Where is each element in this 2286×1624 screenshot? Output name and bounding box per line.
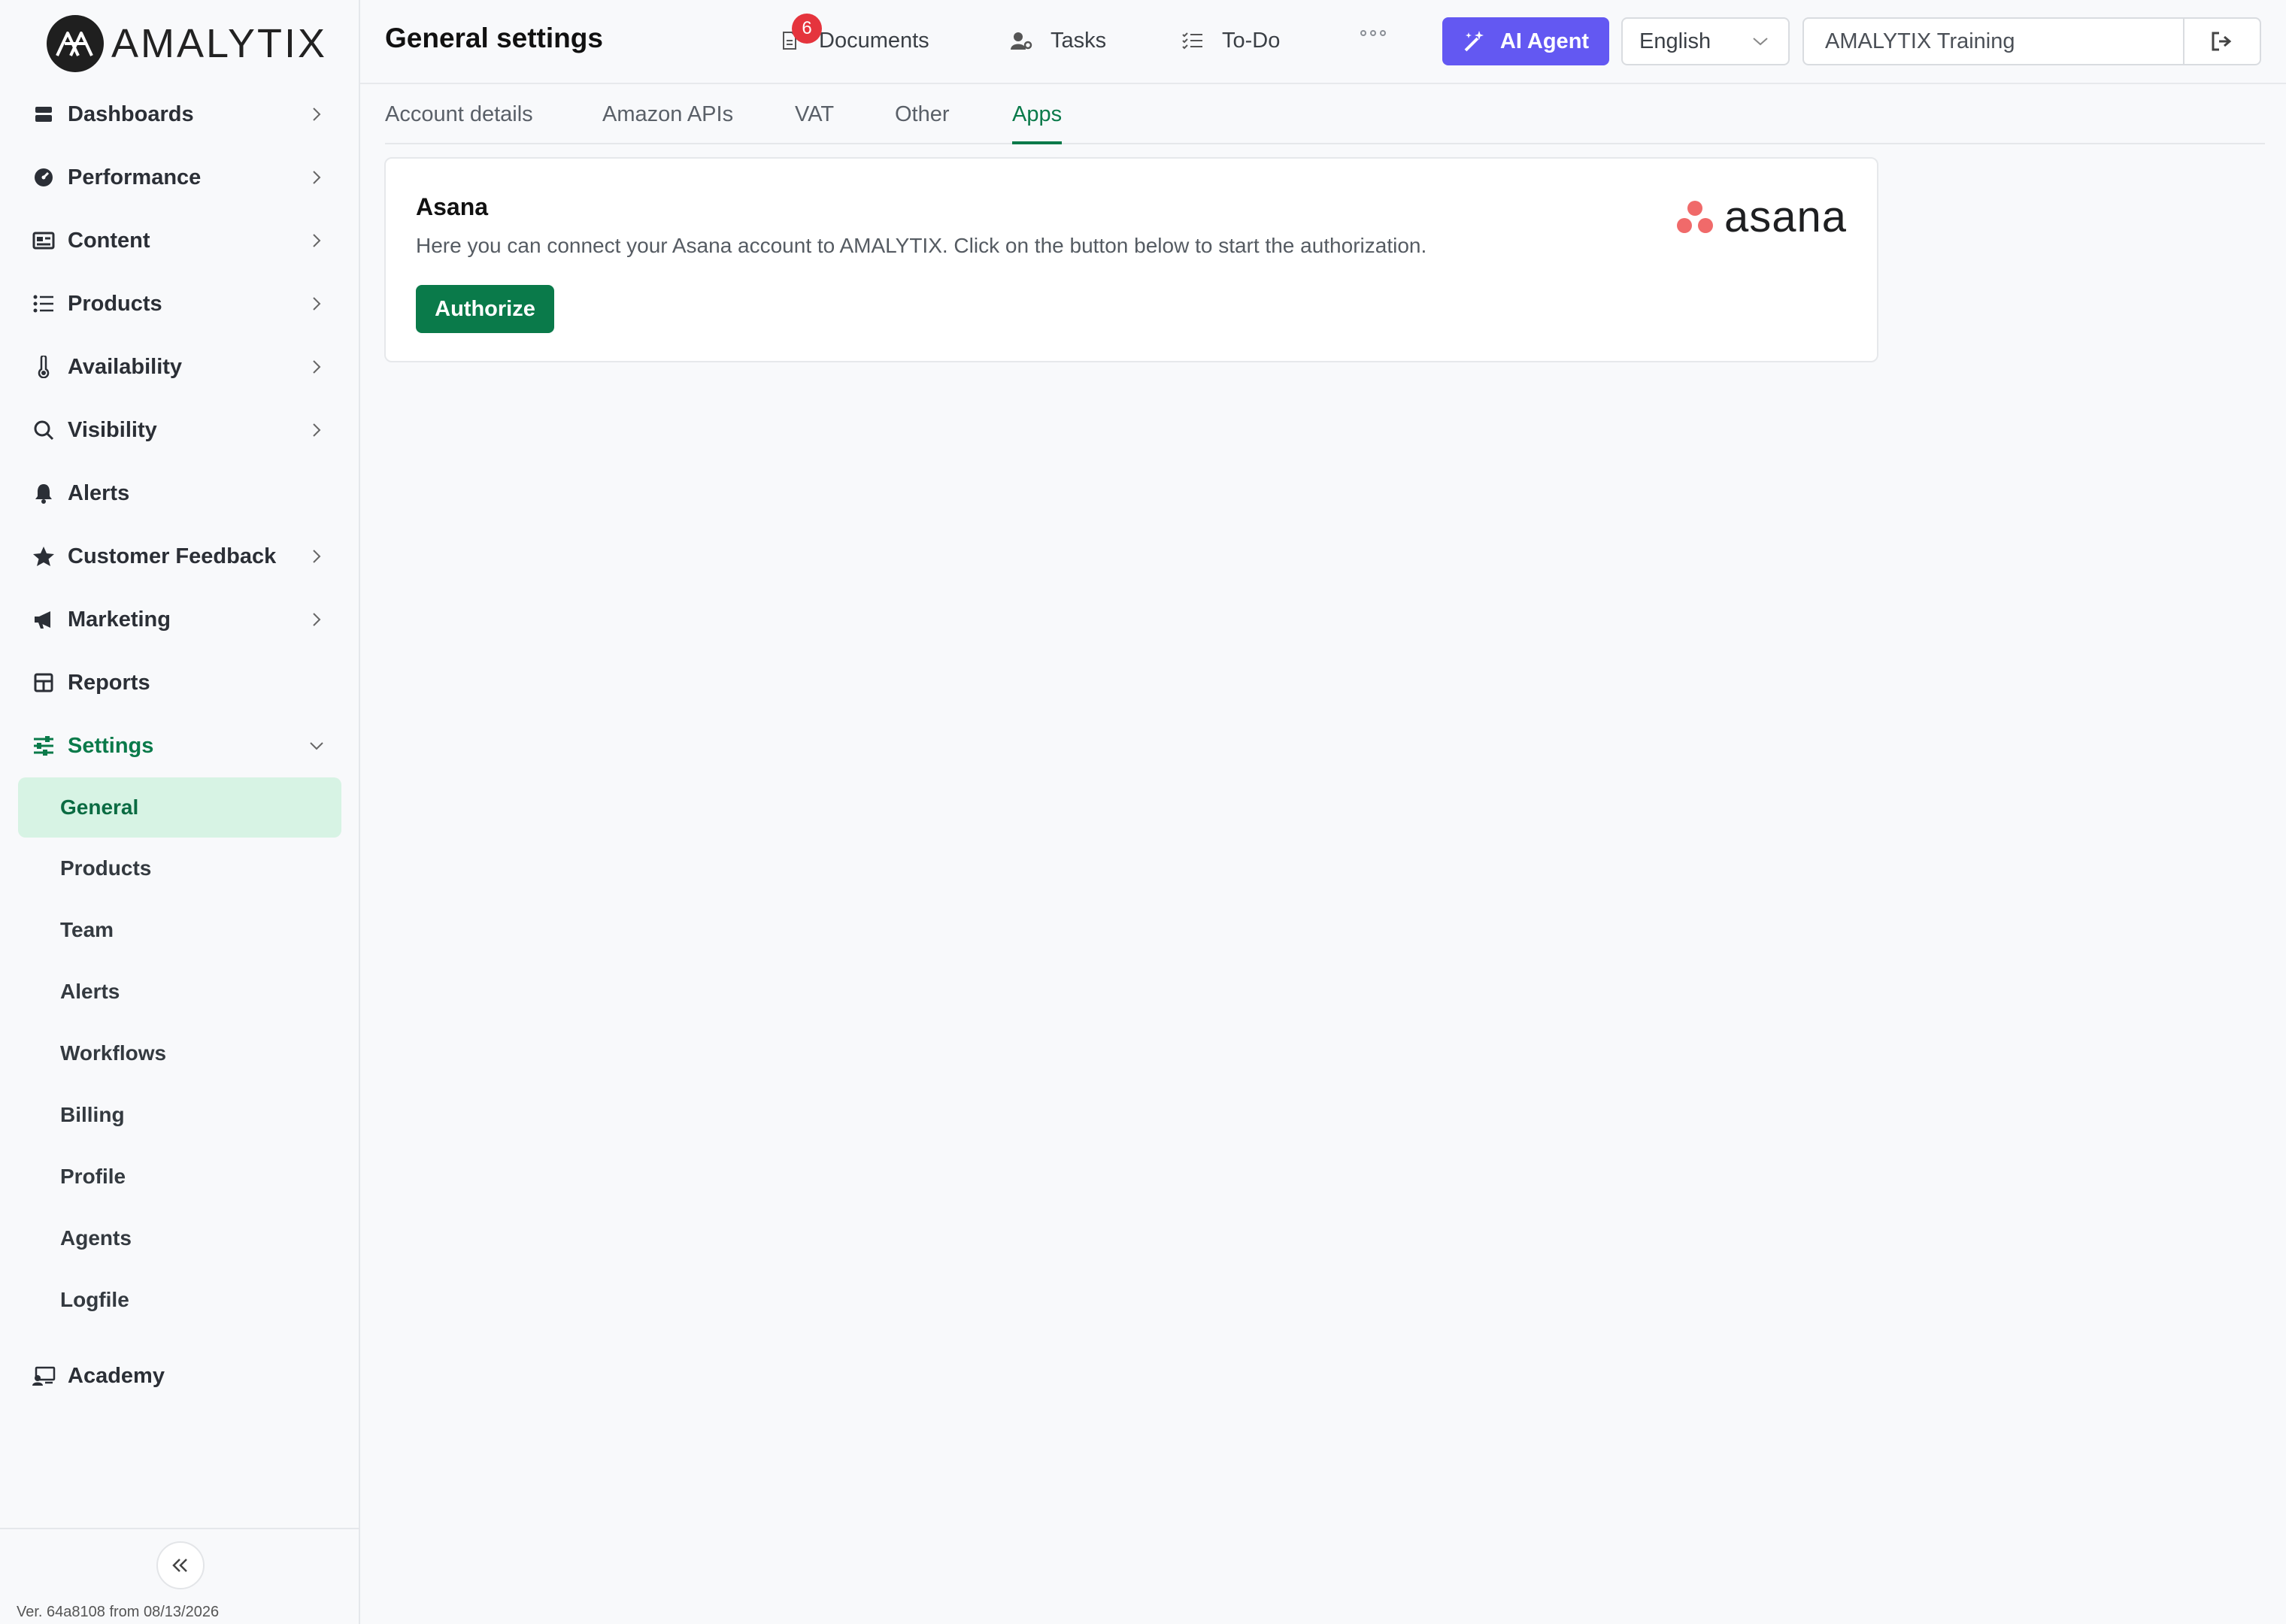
- table-icon: [30, 669, 57, 696]
- settings-tabs: Account details Amazon APIs VAT Other Ap…: [385, 86, 2265, 144]
- sidebar-item-label: Settings: [68, 733, 154, 758]
- sidebar-subitem-workflows[interactable]: Workflows: [18, 1023, 341, 1084]
- sidebar-item-label: Performance: [68, 165, 202, 189]
- collapse-sidebar-button[interactable]: [156, 1541, 205, 1589]
- language-value: English: [1639, 29, 1711, 53]
- top-header: General settings 6 Documents Tasks To-Do…: [360, 0, 2286, 84]
- amalytix-logo-icon: [47, 15, 104, 72]
- megaphone-icon: [30, 606, 57, 633]
- sidebar-item-content[interactable]: Content: [0, 209, 359, 272]
- sidebar-item-label: Dashboards: [68, 102, 194, 126]
- chevron-down-icon: [310, 742, 323, 750]
- checklist-icon: [1181, 29, 1204, 52]
- star-icon: [30, 543, 57, 570]
- todo-label: To-Do: [1222, 28, 1281, 53]
- logo-text: AMALYTIX: [111, 21, 328, 66]
- tab-account-details[interactable]: Account details: [385, 102, 533, 144]
- sidebar-item-alerts[interactable]: Alerts: [0, 462, 359, 525]
- sidebar-subitem-billing[interactable]: Billing: [18, 1084, 341, 1146]
- logout-button[interactable]: [2183, 19, 2260, 64]
- tab-vat[interactable]: VAT: [795, 102, 834, 144]
- version-text: Ver. 64a8108 from 08/13/2026: [17, 1604, 220, 1620]
- account-name: AMALYTIX Training: [1825, 29, 2015, 53]
- search-icon: [30, 417, 57, 444]
- sidebar-subitem-profile[interactable]: Profile: [18, 1146, 341, 1207]
- sidebar-item-label: Products: [68, 291, 162, 316]
- documents-badge: 6: [792, 14, 822, 44]
- card-description: Here you can connect your Asana account …: [416, 234, 1427, 257]
- asana-integration-card: Asana Here you can connect your Asana ac…: [384, 157, 1878, 362]
- sidebar-item-dashboards[interactable]: Dashboards: [0, 83, 359, 146]
- language-select[interactable]: English: [1621, 17, 1790, 65]
- sidebar-subitem-general[interactable]: General: [18, 777, 341, 838]
- content-icon: [30, 227, 57, 254]
- sidebar-item-marketing[interactable]: Marketing: [0, 588, 359, 651]
- sidebar-subitem-logfile[interactable]: Logfile: [18, 1269, 341, 1331]
- sidebar-item-label: Content: [68, 228, 150, 253]
- sidebar-subitem-agents[interactable]: Agents: [18, 1207, 341, 1269]
- asana-dots-icon: [1676, 200, 1713, 233]
- chevron-right-icon: [313, 550, 321, 563]
- chevrons-left-icon: [172, 1559, 187, 1572]
- chevron-right-icon: [313, 613, 321, 626]
- list-icon: [30, 290, 57, 317]
- sidebar-item-label: Alerts: [68, 480, 130, 505]
- sidebar-item-performance[interactable]: Performance: [0, 146, 359, 209]
- sidebar-item-label: Marketing: [68, 607, 171, 632]
- sidebar-item-availability[interactable]: Availability: [0, 335, 359, 398]
- bell-icon: [30, 480, 57, 507]
- sliders-icon: [30, 732, 57, 759]
- documents-label: Documents: [819, 28, 929, 53]
- sidebar-item-reports[interactable]: Reports: [0, 651, 359, 714]
- chevron-right-icon: [313, 108, 321, 121]
- sidebar-item-label: Customer Feedback: [68, 544, 277, 568]
- tab-other[interactable]: Other: [895, 102, 950, 144]
- page-title: General settings: [385, 23, 603, 53]
- chevron-right-icon: [313, 423, 321, 437]
- app-logo[interactable]: AMALYTIX: [47, 14, 327, 74]
- sidebar-item-label: Availability: [68, 354, 183, 379]
- sidebar-item-customer-feedback[interactable]: Customer Feedback: [0, 525, 359, 588]
- sidebar-subitem-products[interactable]: Products: [18, 838, 341, 899]
- tasks-label: Tasks: [1051, 28, 1107, 53]
- sidebar-item-label: Academy: [68, 1363, 165, 1388]
- sidebar-subitem-team[interactable]: Team: [18, 899, 341, 961]
- asana-logo: asana: [1676, 192, 1847, 242]
- todo-link[interactable]: To-Do: [1181, 17, 1280, 65]
- sidebar-item-settings[interactable]: Settings: [0, 714, 359, 777]
- sidebar-item-visibility[interactable]: Visibility: [0, 398, 359, 462]
- tasks-link[interactable]: Tasks: [1010, 17, 1106, 65]
- card-title: Asana: [416, 193, 489, 220]
- chevron-right-icon: [313, 360, 321, 374]
- thermometer-icon: [30, 353, 57, 380]
- sidebar-item-label: Visibility: [68, 417, 157, 442]
- asana-logo-text: asana: [1724, 192, 1847, 241]
- sidebar-item-label: Reports: [68, 670, 150, 695]
- dashboard-icon: [30, 101, 57, 128]
- sidebar-item-academy[interactable]: Academy: [0, 1344, 359, 1407]
- ai-agent-label: AI Agent: [1499, 29, 1590, 53]
- tab-amazon-apis[interactable]: Amazon APIs: [602, 102, 733, 144]
- sidebar-item-products[interactable]: Products: [0, 272, 359, 335]
- user-gear-icon: [1010, 29, 1032, 52]
- sidebar-nav: Dashboards Performance Content Products …: [0, 83, 359, 1407]
- chevron-down-icon: [1753, 38, 1768, 46]
- chevron-right-icon: [313, 297, 321, 311]
- sidebar: AMALYTIX Dashboards Performance Content …: [0, 0, 360, 1624]
- logout-icon: [2212, 32, 2232, 51]
- academy-icon: [30, 1362, 57, 1389]
- documents-link[interactable]: 6 Documents: [778, 14, 929, 65]
- chevron-right-icon: [313, 171, 321, 184]
- gauge-icon: [30, 164, 57, 191]
- more-menu-icon[interactable]: [1360, 30, 1386, 36]
- authorize-button[interactable]: Authorize: [416, 285, 554, 333]
- chevron-right-icon: [313, 234, 321, 247]
- tab-apps[interactable]: Apps: [1012, 102, 1063, 144]
- sidebar-subitem-alerts[interactable]: Alerts: [18, 961, 341, 1023]
- ai-agent-button[interactable]: AI Agent: [1442, 17, 1609, 65]
- account-selector[interactable]: AMALYTIX Training: [1802, 17, 2261, 65]
- sidebar-footer: Ver. 64a8108 from 08/13/2026: [0, 1528, 359, 1624]
- magic-wand-icon: [1463, 29, 1487, 53]
